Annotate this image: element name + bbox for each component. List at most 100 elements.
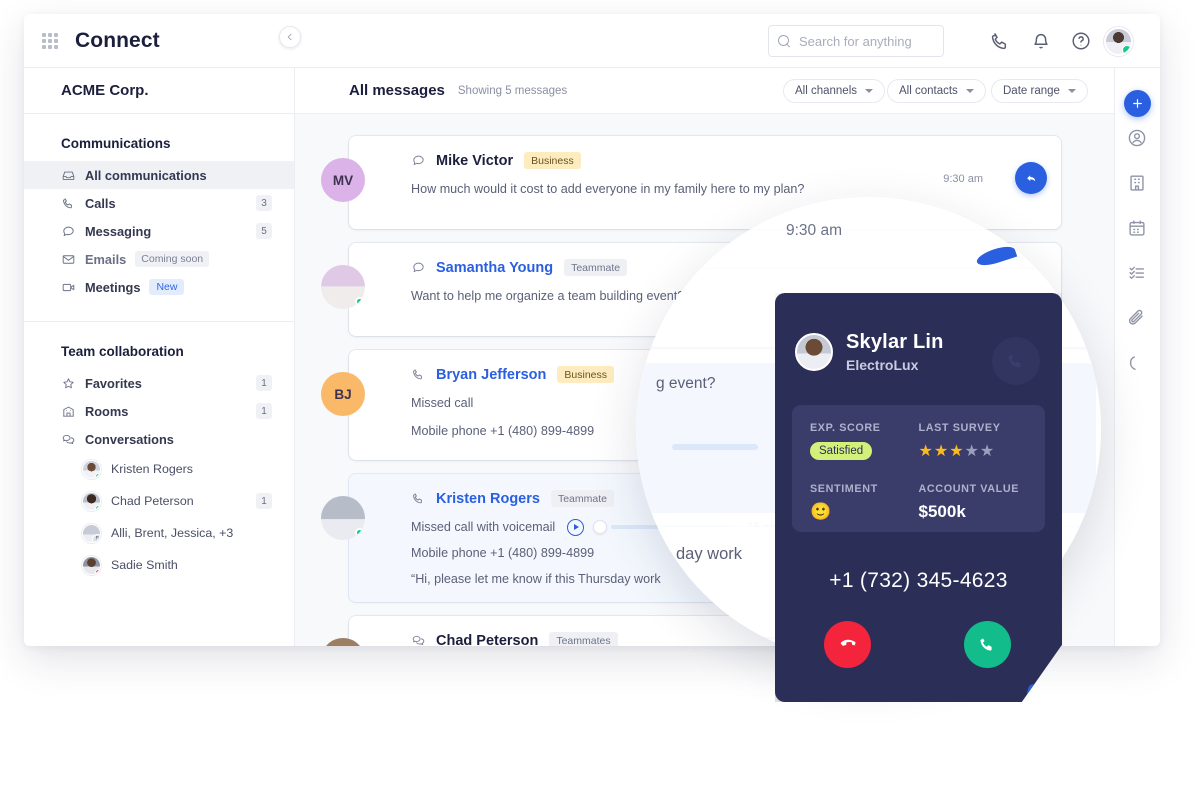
accept-call-button[interactable] xyxy=(964,621,1011,668)
account-value-label: ACCOUNT VALUE xyxy=(918,483,1020,495)
app-grid-icon[interactable] xyxy=(42,32,58,49)
table-row[interactable]: MV Mike Victor Business How much would i… xyxy=(321,136,1061,229)
phone-icon xyxy=(411,491,426,506)
status-badge: Teammate xyxy=(564,259,628,276)
sidebar-item-calls[interactable]: Calls 3 xyxy=(24,189,294,217)
right-rail xyxy=(1115,68,1160,646)
sidebar-item-conversations[interactable]: Conversations xyxy=(24,425,294,453)
phone-hangup-icon xyxy=(840,639,856,646)
filter-all-channels[interactable]: All channels xyxy=(783,79,886,103)
phone-icon xyxy=(980,638,992,651)
avatar xyxy=(82,491,101,511)
exp-score-value: Satisfied xyxy=(810,442,873,460)
search-placeholder: Search for anything xyxy=(799,33,912,49)
sidebar-item-label: Favorites xyxy=(85,375,142,391)
contact-name[interactable]: Kristen Rogers xyxy=(436,491,540,507)
contact-stats-panel: EXP. SCORE Satisfied LAST SURVEY ★★★★★ S… xyxy=(792,405,1045,532)
result-count: Showing 5 messages xyxy=(457,84,568,97)
sidebar-item-meetings[interactable]: Meetings New xyxy=(24,273,294,301)
sidebar-item-count: 1 xyxy=(256,403,272,419)
sidebar-item-count: 1 xyxy=(256,375,272,391)
filter-label: All contacts xyxy=(899,85,958,97)
contact-icon[interactable] xyxy=(1126,127,1148,149)
star-icon xyxy=(61,376,76,391)
phone-icon[interactable] xyxy=(989,30,1011,52)
chevron-down-icon xyxy=(1067,89,1076,93)
contact-name[interactable]: Samantha Young xyxy=(436,260,553,276)
section-title-communications: Communications xyxy=(61,136,171,151)
conversation-item-chad-peterson[interactable]: Chad Peterson 1 xyxy=(24,485,294,517)
conversation-name: Sadie Smith xyxy=(111,558,178,572)
reply-button[interactable] xyxy=(1015,162,1047,194)
building-icon[interactable] xyxy=(1126,172,1148,194)
avatar[interactable] xyxy=(1104,27,1133,56)
chevron-left-icon xyxy=(287,33,292,41)
app-title: Connect xyxy=(75,28,160,52)
avatar xyxy=(795,333,833,371)
sidebar-item-all-communications[interactable]: All communications xyxy=(24,161,294,189)
sidebar-item-favorites[interactable]: Favorites 1 xyxy=(24,369,294,397)
reply-icon xyxy=(1026,174,1035,181)
incoming-call-card: Skylar Lin ElectroLux EXP. SCORE Satisfi… xyxy=(775,293,1062,702)
chat-icon xyxy=(411,153,426,168)
sidebar-item-label: Emails xyxy=(85,251,127,267)
org-header: ACME Corp. xyxy=(24,68,294,114)
sentiment-value: 🙂 xyxy=(810,502,832,521)
conversation-item-kristen-rogers[interactable]: Kristen Rogers xyxy=(24,453,294,485)
sidebar: ACME Corp. Communications All communicat… xyxy=(24,68,295,646)
sidebar-item-rooms[interactable]: Rooms 1 xyxy=(24,397,294,425)
timestamp: 9:30 am xyxy=(943,173,983,185)
conversation-count: 1 xyxy=(256,493,272,509)
filter-all-contacts[interactable]: All contacts xyxy=(887,79,986,103)
sidebar-item-label: Meetings xyxy=(85,279,141,295)
calendar-icon[interactable] xyxy=(1126,217,1148,239)
chats-icon xyxy=(61,432,76,447)
tasks-icon[interactable] xyxy=(1126,262,1148,284)
contact-name: Skylar Lin xyxy=(846,331,944,353)
bell-icon[interactable] xyxy=(1030,30,1052,52)
phone-icon xyxy=(411,367,426,382)
group-size-badge: 5 xyxy=(92,533,100,542)
avatar xyxy=(82,459,101,479)
voicemail-scrubber[interactable] xyxy=(593,520,608,535)
voicemail-track[interactable] xyxy=(611,525,734,530)
contact-company: ElectroLux xyxy=(846,357,919,373)
section-title-team-collaboration: Team collaboration xyxy=(61,344,184,359)
conversation-name: Chad Peterson xyxy=(111,494,194,508)
conversation-item-sadie-smith[interactable]: Sadie Smith xyxy=(24,549,294,581)
help-icon[interactable] xyxy=(1070,30,1092,52)
filter-label: All channels xyxy=(795,85,858,97)
filter-date-range[interactable]: Date range xyxy=(991,79,1088,103)
phone-watermark-icon xyxy=(992,337,1040,385)
sidebar-item-messaging[interactable]: Messaging 5 xyxy=(24,217,294,245)
status-badge: Business xyxy=(524,152,581,169)
sidebar-item-tag: Coming soon xyxy=(135,251,210,267)
contact-name[interactable]: Bryan Jefferson xyxy=(436,367,546,383)
conversation-item-group[interactable]: 5 Alli, Brent, Jessica, +3 xyxy=(24,517,294,549)
attachment-icon[interactable] xyxy=(1126,307,1148,329)
card-notch xyxy=(1026,680,1062,702)
sentiment-label: SENTIMENT xyxy=(810,483,878,495)
sidebar-collapse-button[interactable] xyxy=(279,26,301,48)
sidebar-item-emails[interactable]: Emails Coming soon xyxy=(24,245,294,273)
exp-score-label: EXP. SCORE xyxy=(810,422,881,434)
filter-label: Date range xyxy=(1003,85,1060,97)
search-input[interactable]: Search for anything xyxy=(768,25,944,57)
play-voicemail-button[interactable] xyxy=(567,518,585,536)
add-button[interactable] xyxy=(1124,90,1151,117)
message-header: Samantha Young Teammate xyxy=(349,243,1061,276)
contact-header: Skylar Lin ElectroLux xyxy=(795,331,944,373)
last-survey-label: LAST SURVEY xyxy=(918,422,1001,434)
avatar-initials: BJ xyxy=(334,386,352,402)
chevron-down-icon xyxy=(965,89,974,93)
phone-icon[interactable] xyxy=(1126,352,1148,374)
mail-icon xyxy=(61,252,76,267)
main-header: All messages Showing 5 messages All chan… xyxy=(295,68,1114,114)
contact-name[interactable]: Chad Peterson xyxy=(436,633,538,647)
message-header: Mike Victor Business xyxy=(349,136,1061,169)
decline-call-button[interactable] xyxy=(824,621,871,668)
page-title: All messages xyxy=(349,82,445,99)
voicemail-label: Missed call with voicemail xyxy=(411,520,556,534)
contact-name[interactable]: Mike Victor xyxy=(436,153,513,169)
avatar xyxy=(321,265,365,309)
